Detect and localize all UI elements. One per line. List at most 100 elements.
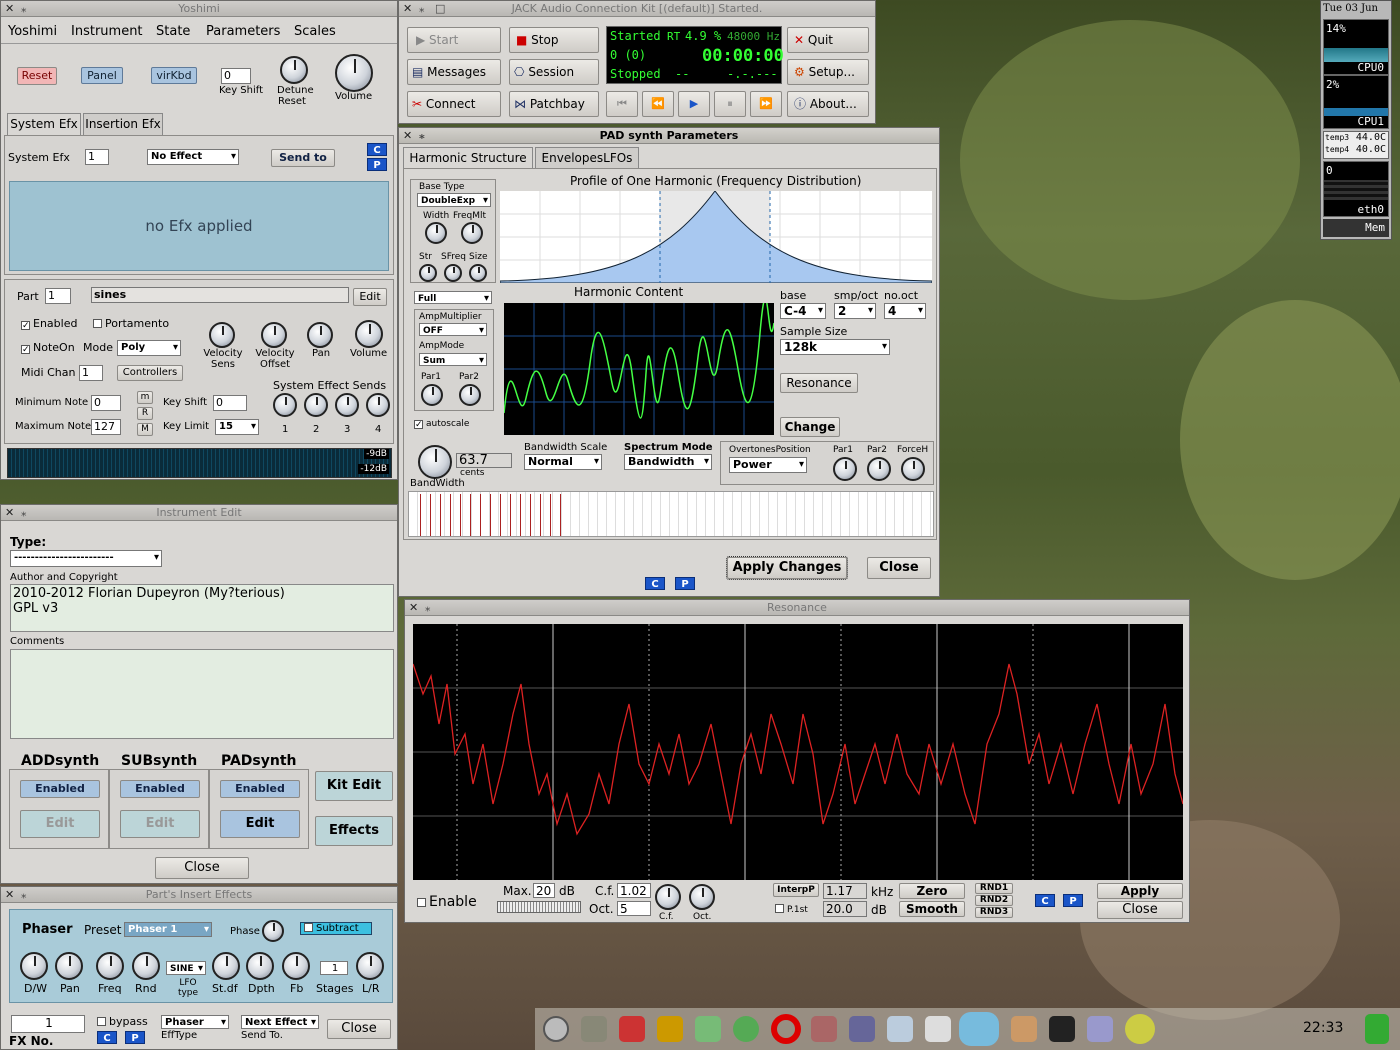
c-button[interactable]: C xyxy=(97,1031,117,1044)
oct-knob[interactable] xyxy=(689,884,715,910)
midi-chan-field[interactable]: 1 xyxy=(79,365,103,381)
min-m-button[interactable]: m xyxy=(137,391,153,404)
backward-button[interactable]: ⏪ xyxy=(642,91,674,117)
calculator-icon[interactable] xyxy=(887,1016,913,1042)
ovt-par1-knob[interactable] xyxy=(833,457,857,481)
str-knob[interactable] xyxy=(419,264,437,282)
key-shift2-field[interactable]: 0 xyxy=(213,395,247,411)
bandwidth-knob[interactable] xyxy=(418,445,452,479)
recycle-icon[interactable] xyxy=(733,1016,759,1042)
mail-icon[interactable] xyxy=(695,1016,721,1042)
change-button[interactable]: Change xyxy=(780,417,840,437)
base-type-select[interactable]: DoubleExp xyxy=(417,193,491,207)
p-button[interactable]: P xyxy=(675,577,695,590)
stdf-knob[interactable] xyxy=(212,952,240,980)
amp-par1-knob[interactable] xyxy=(421,384,443,406)
subtract-checkbox[interactable]: Subtract xyxy=(300,922,372,935)
addsynth-enabled[interactable]: Enabled xyxy=(20,780,100,798)
mode-select[interactable]: Poly xyxy=(117,340,181,356)
subsynth-enabled[interactable]: Enabled xyxy=(120,780,200,798)
author-textarea[interactable]: 2010-2012 Florian Dupeyron (My?terious) … xyxy=(10,584,394,632)
min-note-field[interactable]: 0 xyxy=(91,395,121,411)
efftype-select[interactable]: Phaser xyxy=(161,1015,229,1029)
send-2-knob[interactable] xyxy=(304,393,328,417)
setup-button[interactable]: ⚙ Setup... xyxy=(787,59,869,85)
c-button[interactable]: C xyxy=(367,143,387,156)
key-shift-field[interactable]: 0 xyxy=(221,68,251,84)
overtones-select[interactable]: Power xyxy=(729,457,807,473)
about-button[interactable]: ⓘ About... xyxy=(787,91,869,117)
max-slider[interactable] xyxy=(497,901,581,913)
package-icon[interactable] xyxy=(811,1016,837,1042)
virkbd-button[interactable]: virKbd xyxy=(151,67,197,84)
amp-par2-knob[interactable] xyxy=(459,384,481,406)
p-button[interactable]: P xyxy=(125,1031,145,1044)
type-select[interactable]: ------------------------ xyxy=(10,550,162,567)
enabled-checkbox[interactable]: ✓ Enabled xyxy=(21,317,77,331)
cf-knob[interactable] xyxy=(655,884,681,910)
detune-knob[interactable] xyxy=(280,56,308,84)
zero-button[interactable]: Zero xyxy=(899,883,965,899)
controllers-button[interactable]: Controllers xyxy=(117,365,183,381)
resonance-close-button[interactable]: Close xyxy=(1097,901,1183,919)
reset-button[interactable]: Reset xyxy=(17,67,57,85)
dw-knob[interactable] xyxy=(20,952,48,980)
dpth-knob[interactable] xyxy=(246,952,274,980)
box-icon[interactable] xyxy=(1011,1016,1037,1042)
resonance-button[interactable]: Resonance xyxy=(780,373,858,393)
padsynth-enabled[interactable]: Enabled xyxy=(220,780,300,798)
effects-button[interactable]: Effects xyxy=(315,816,393,846)
width-knob[interactable] xyxy=(425,222,447,244)
messages-button[interactable]: ▤ Messages xyxy=(407,59,501,85)
radio-icon[interactable] xyxy=(619,1016,645,1042)
terminal-icon[interactable] xyxy=(1049,1016,1075,1042)
bypass-checkbox[interactable]: bypass xyxy=(97,1015,148,1028)
resonance-apply-button[interactable]: Apply xyxy=(1097,883,1183,899)
smooth-button[interactable]: Smooth xyxy=(899,901,965,917)
opera-icon[interactable] xyxy=(771,1014,801,1044)
padsynth-edit-button[interactable]: Edit xyxy=(220,810,300,838)
smpoct-select[interactable]: 2 xyxy=(834,303,876,319)
tab-insertion-efx[interactable]: Insertion Efx xyxy=(83,113,163,135)
notepad-icon[interactable] xyxy=(925,1016,951,1042)
runner-icon[interactable] xyxy=(1365,1014,1389,1044)
reset-r-button[interactable]: R xyxy=(137,407,153,420)
menu-instrument[interactable]: Instrument xyxy=(71,24,143,39)
instrument-edit-titlebar[interactable]: ✕ ⁎ Instrument Edit xyxy=(1,505,397,521)
send-3-knob[interactable] xyxy=(335,393,359,417)
p-button[interactable]: P xyxy=(367,158,387,171)
rewind-button[interactable]: ⏮ xyxy=(606,91,638,117)
lfo-type-select[interactable]: SINE xyxy=(166,961,206,975)
play-button[interactable]: ▶ xyxy=(678,91,710,117)
easytag-icon[interactable] xyxy=(959,1012,999,1046)
pad-close-button[interactable]: Close xyxy=(867,557,931,579)
panel-button[interactable]: Panel xyxy=(81,67,123,84)
freqmlt-knob[interactable] xyxy=(461,222,483,244)
part-volume-knob[interactable] xyxy=(355,320,383,348)
send-1-knob[interactable] xyxy=(273,393,297,417)
p1st-checkbox[interactable]: P.1st xyxy=(775,904,808,915)
volume-knob[interactable] xyxy=(335,54,373,92)
part-name[interactable]: sines xyxy=(91,287,349,303)
freq-knob[interactable] xyxy=(96,952,124,980)
oct-field[interactable]: 5 xyxy=(617,901,651,916)
rnd-knob[interactable] xyxy=(132,952,160,980)
disk-icon[interactable] xyxy=(1125,1014,1155,1044)
comments-textarea[interactable] xyxy=(10,649,394,739)
rnd2-button[interactable]: RND2 xyxy=(975,895,1013,906)
rnd1-button[interactable]: RND1 xyxy=(975,883,1013,894)
detune-reset-label[interactable]: Reset xyxy=(278,96,306,107)
c-button[interactable]: C xyxy=(645,577,665,590)
stop-button[interactable]: ■ Stop xyxy=(509,27,599,53)
effect-select[interactable]: No Effect xyxy=(147,149,239,165)
subsynth-edit-button[interactable]: Edit xyxy=(120,810,200,838)
max-m-button[interactable]: M xyxy=(137,423,153,436)
size-knob[interactable] xyxy=(469,264,487,282)
key-limit-select[interactable]: 15 xyxy=(215,419,259,435)
ovt-par2-knob[interactable] xyxy=(867,457,891,481)
fx-number-field[interactable]: 1 xyxy=(11,1015,85,1033)
velocity-sens-knob[interactable] xyxy=(209,322,235,348)
forceh-knob[interactable] xyxy=(901,457,925,481)
forward-button[interactable]: ⏩ xyxy=(750,91,782,117)
pan-knob[interactable] xyxy=(55,952,83,980)
